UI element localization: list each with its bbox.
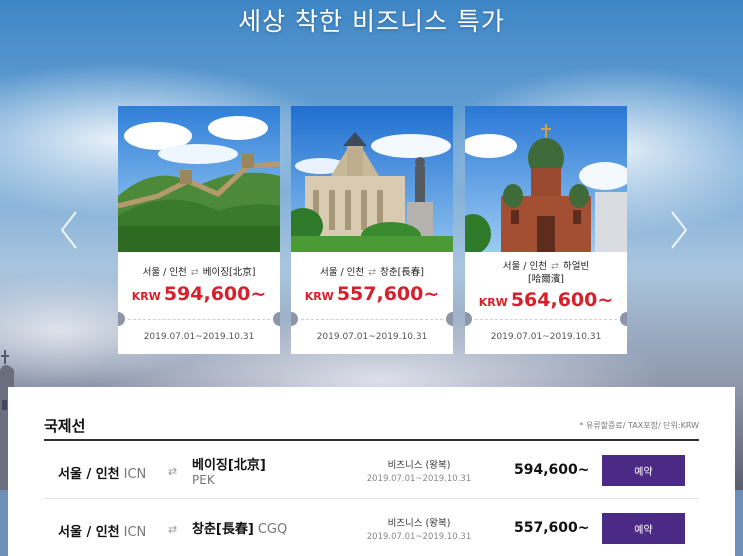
row-class: 비즈니스 (왕복)	[387, 518, 451, 529]
card-origin: 서울 / 인천	[142, 267, 187, 278]
card-price: KRW 594,600~	[118, 283, 280, 305]
row-class: 비즈니스 (왕복)	[387, 460, 451, 471]
card-origin: 서울 / 인천	[502, 261, 547, 272]
fare-note: * 유류할증료/ TAX포함/ 단위:KRW	[579, 421, 699, 430]
chevron-left-icon[interactable]	[58, 210, 80, 250]
card-currency: KRW	[478, 296, 508, 309]
card-divider	[301, 319, 443, 320]
row-price: 594,600~	[514, 462, 590, 478]
card-route: 서울 / 인천 ⇄ 하얼빈 [哈爾濱]	[465, 260, 627, 286]
card-price: KRW 557,600~	[291, 283, 453, 305]
swap-icon: ⇄	[168, 465, 178, 478]
hero-title: 세상 착한 비즈니스 특가	[238, 7, 505, 36]
card-destination: 베이징[北京]	[202, 267, 256, 278]
card-price-amount: 564,600~	[510, 289, 614, 311]
row-destination: 창춘[長春] CGQ	[192, 518, 287, 537]
row-origin: 서울 / 인천 ICN	[58, 463, 146, 482]
chevron-right-icon[interactable]	[668, 210, 690, 250]
book-button[interactable]: 예약	[602, 455, 685, 486]
row-destination-code: PEK	[192, 473, 215, 487]
section-title: 국제선	[44, 417, 86, 435]
row-origin-city: 서울 / 인천	[58, 525, 120, 540]
international-fares-panel: 국제선 * 유류할증료/ TAX포함/ 단위:KRW 서울 / 인천 ICN ⇄ …	[8, 387, 735, 556]
row-origin: 서울 / 인천 ICN	[58, 521, 146, 540]
card-notch	[273, 312, 280, 326]
card-price-amount: 557,600~	[336, 283, 440, 305]
card-notch	[465, 312, 472, 326]
card-dates: 2019.07.01~2019.10.31	[490, 332, 602, 342]
row-origin-code: ICN	[123, 525, 147, 540]
row-dates: 2019.07.01~2019.10.31	[366, 474, 472, 484]
row-destination-city: 창춘[長春]	[192, 522, 254, 537]
swap-icon: ⇄	[551, 261, 559, 272]
card-notch	[291, 312, 298, 326]
card-currency: KRW	[304, 290, 334, 303]
card-divider	[128, 319, 270, 320]
book-button[interactable]: 예약	[602, 513, 685, 544]
card-route: 서울 / 인천 ⇄ 창춘[長春]	[291, 266, 453, 279]
harbin-cathedral-photo	[465, 106, 627, 252]
changchun-building-photo	[291, 106, 453, 252]
card-notch	[118, 312, 125, 326]
deal-card-harbin[interactable]: 서울 / 인천 ⇄ 하얼빈 [哈爾濱] KRW 564,600~ 2019.07.01…	[465, 106, 627, 354]
fare-row: 서울 / 인천 ICN ⇄ 베이징[北京] PEK 비즈니스 (왕복) 2019.…	[44, 441, 699, 499]
row-dates: 2019.07.01~2019.10.31	[366, 532, 472, 542]
row-origin-city: 서울 / 인천	[58, 467, 120, 482]
deal-card-beijing[interactable]: 서울 / 인천 ⇄ 베이징[北京] KRW 594,600~ 2019.07.01~2…	[118, 106, 280, 354]
card-destination: 창춘[長春]	[380, 267, 425, 278]
row-price: 557,600~	[514, 520, 590, 536]
row-origin-code: ICN	[123, 467, 147, 482]
card-divider	[475, 319, 617, 320]
card-price: KRW 564,600~	[465, 289, 627, 311]
swap-icon: ⇄	[190, 267, 199, 278]
card-dates: 2019.07.01~2019.10.31	[316, 332, 428, 342]
card-notch	[620, 312, 627, 326]
card-dates: 2019.07.01~2019.10.31	[143, 332, 255, 342]
fare-row: 서울 / 인천 ICN ⇄ 창춘[長春] CGQ 비즈니스 (왕복) 2019.07…	[44, 499, 699, 556]
swap-icon: ⇄	[368, 267, 377, 278]
row-destination-code: CGQ	[257, 522, 288, 537]
card-route: 서울 / 인천 ⇄ 베이징[北京]	[118, 266, 280, 279]
card-notch	[446, 312, 453, 326]
great-wall-photo	[118, 106, 280, 252]
deal-card-changchun[interactable]: 서울 / 인천 ⇄ 창춘[長春] KRW 557,600~ 2019.07.01~20…	[291, 106, 453, 354]
card-origin: 서울 / 인천	[319, 267, 365, 278]
card-price-amount: 594,600~	[163, 283, 267, 305]
card-currency: KRW	[131, 290, 161, 303]
swap-icon: ⇄	[168, 523, 178, 536]
row-destination: 베이징[北京]	[192, 458, 266, 473]
card-destination: 하얼빈	[562, 261, 590, 272]
card-destination-line2: [哈爾濱]	[528, 274, 564, 285]
